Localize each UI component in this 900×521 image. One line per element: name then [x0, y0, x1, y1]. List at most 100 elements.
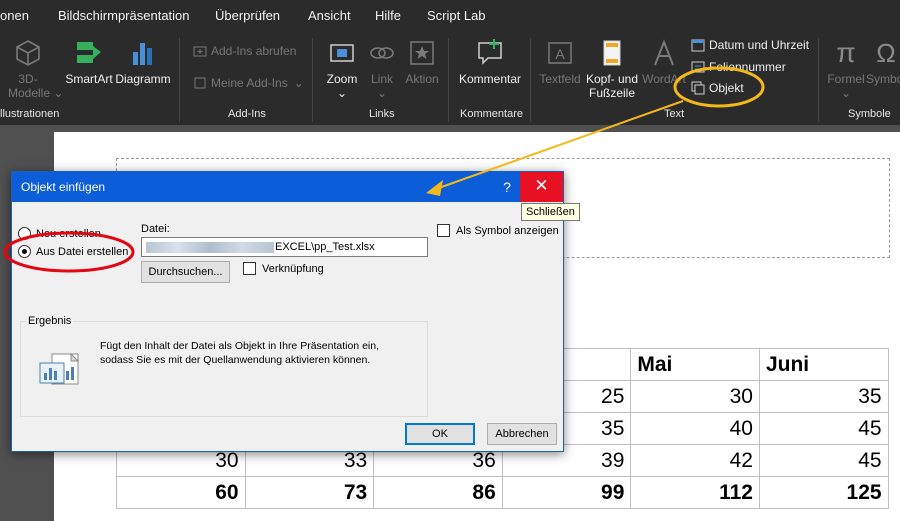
- table-cell: 42: [630, 444, 760, 477]
- chevron-down-icon: ⌄: [293, 76, 304, 90]
- browse-button[interactable]: Durchsuchen...: [141, 261, 230, 283]
- separator: [818, 38, 819, 122]
- action-star-icon: [410, 41, 434, 65]
- tab-script-lab[interactable]: Script Lab: [427, 8, 486, 23]
- link-button[interactable]: Link ⌄: [364, 38, 400, 100]
- table-cell: 60: [116, 476, 246, 509]
- group-illustrationen-label: llustrationen: [0, 108, 60, 120]
- close-button[interactable]: ✕: [520, 172, 563, 202]
- diagramm-label: Diagramm: [115, 72, 171, 86]
- calendar-icon: [691, 39, 705, 52]
- 3d-models-label: 3D-: [18, 72, 38, 86]
- aktion-button[interactable]: Aktion: [402, 38, 442, 86]
- textfeld-label: Textfeld: [539, 72, 581, 86]
- zoom-button[interactable]: Zoom ⌄: [322, 38, 362, 100]
- table-cell: 99: [501, 476, 632, 509]
- fusszeile-label: Fußzeile: [588, 86, 635, 100]
- link-icon: [370, 47, 394, 59]
- 3d-models-button[interactable]: 3D- Modelle ⌄: [8, 38, 63, 100]
- link-checkbox[interactable]: Verknüpfung: [243, 262, 324, 275]
- kommentar-button[interactable]: Kommentar: [456, 38, 524, 86]
- object-icon: [691, 81, 705, 95]
- ribbon-tab-bar: onen Bildschirmpräsentation Überprüfen A…: [0, 0, 900, 30]
- objekt-label: Objekt: [709, 81, 744, 95]
- separator: [179, 38, 180, 122]
- textbox-icon: A: [548, 42, 572, 64]
- dialog-title: Objekt einfügen: [21, 180, 106, 194]
- smartart-button[interactable]: SmartArt: [64, 38, 114, 86]
- separator: [448, 38, 449, 122]
- link-label: Link: [370, 72, 393, 86]
- as-symbol-label: Als Symbol anzeigen: [456, 224, 559, 237]
- meine-addins-label: Meine Add-Ins: [211, 76, 288, 90]
- result-legend: Ergebnis: [26, 315, 74, 327]
- table-cell: 30: [630, 380, 760, 413]
- redacted-path: [146, 241, 274, 253]
- help-button[interactable]: ?: [492, 172, 522, 202]
- table-row-total: 60 73 86 99 112 125: [116, 476, 889, 509]
- wordart-button[interactable]: WordArt: [641, 38, 687, 86]
- wordart-icon: [654, 39, 674, 66]
- cancel-button[interactable]: Abbrechen: [487, 423, 557, 445]
- file-path-input[interactable]: EXCEL\pp_Test.xlsx: [141, 237, 428, 257]
- tab-bildschirmpraesentation[interactable]: Bildschirmpräsentation: [58, 8, 190, 23]
- checkbox-box[interactable]: [243, 262, 256, 275]
- insert-object-dialog: Objekt einfügen ? ✕ Neu erstellen Aus Da…: [11, 171, 564, 452]
- bar-chart-icon: [133, 43, 152, 65]
- radio-new-label: Neu erstellen: [36, 227, 101, 240]
- foliennummer-button[interactable]: Foliennummer: [691, 60, 786, 74]
- ribbon: 3D- Modelle ⌄ SmartArt Diagramm llustrat…: [0, 30, 900, 125]
- link-checkbox-label: Verknüpfung: [262, 262, 324, 275]
- tab-animationen[interactable]: onen: [0, 8, 29, 23]
- pi-icon: π: [836, 37, 856, 68]
- formel-button[interactable]: π Formel ⌄: [826, 37, 866, 101]
- 3d-models-label-2: Modelle: [8, 86, 51, 100]
- datum-uhrzeit-label: Datum und Uhrzeit: [709, 38, 810, 52]
- table-cell: 86: [373, 476, 503, 509]
- symbol-label: Symbol: [866, 72, 900, 86]
- chevron-down-icon: ⌄: [376, 86, 388, 100]
- ok-button[interactable]: OK: [405, 423, 475, 445]
- chevron-down-icon: ⌄: [840, 86, 852, 100]
- group-addins-label: Add-Ins: [228, 108, 266, 120]
- table-header-juni: Juni: [758, 348, 889, 381]
- textfeld-button[interactable]: A Textfeld: [538, 38, 582, 86]
- formel-label: Formel: [827, 72, 865, 86]
- embedded-chart-icon: [39, 353, 80, 385]
- as-symbol-checkbox[interactable]: Als Symbol anzeigen: [437, 224, 559, 237]
- kopf-label: Kopf- und: [585, 72, 639, 86]
- close-tooltip: Schließen: [521, 203, 580, 221]
- tab-ansicht[interactable]: Ansicht: [308, 8, 351, 23]
- meine-addins-button[interactable]: Meine Add-Ins ⌄: [193, 76, 304, 90]
- table-cell: 45: [758, 444, 889, 477]
- group-links-label: Links: [369, 108, 395, 120]
- chevron-down-icon: ⌄: [53, 86, 64, 100]
- radio-from-file-label: Aus Datei erstellen: [36, 245, 129, 258]
- addins-abrufen-label: Add-Ins abrufen: [211, 44, 297, 58]
- cube-icon: [16, 40, 40, 66]
- zoom-label: Zoom: [326, 72, 358, 86]
- kommentar-label: Kommentar: [458, 72, 522, 86]
- kopf-fusszeile-button[interactable]: Kopf- und Fußzeile: [583, 38, 641, 100]
- checkbox-box[interactable]: [437, 224, 450, 237]
- table-cell: 45: [758, 412, 889, 445]
- svg-text:A: A: [555, 46, 565, 62]
- table-cell: 40: [630, 412, 760, 445]
- diagramm-button[interactable]: Diagramm: [115, 38, 171, 86]
- tab-hilfe[interactable]: Hilfe: [375, 8, 401, 23]
- dialog-title-bar[interactable]: Objekt einfügen ? ✕: [12, 172, 563, 202]
- radio-new[interactable]: Neu erstellen: [18, 227, 101, 240]
- table-cell: 73: [244, 476, 375, 509]
- tab-ueberpruefen[interactable]: Überprüfen: [215, 8, 280, 23]
- datum-uhrzeit-button[interactable]: Datum und Uhrzeit: [691, 38, 809, 52]
- symbol-button[interactable]: Ω Symbol: [866, 38, 900, 86]
- addins-abrufen-button[interactable]: Add-Ins abrufen: [193, 44, 296, 58]
- radio-circle[interactable]: [18, 227, 31, 240]
- group-kommentare-label: Kommentare: [460, 108, 523, 120]
- result-description: Fügt den Inhalt der Datei als Objekt in …: [100, 340, 379, 366]
- radio-circle-selected[interactable]: [18, 245, 31, 258]
- group-text-label: Text: [664, 108, 685, 120]
- omega-icon: Ω: [876, 38, 896, 68]
- radio-from-file[interactable]: Aus Datei erstellen: [18, 245, 128, 258]
- objekt-button[interactable]: Objekt: [691, 81, 744, 95]
